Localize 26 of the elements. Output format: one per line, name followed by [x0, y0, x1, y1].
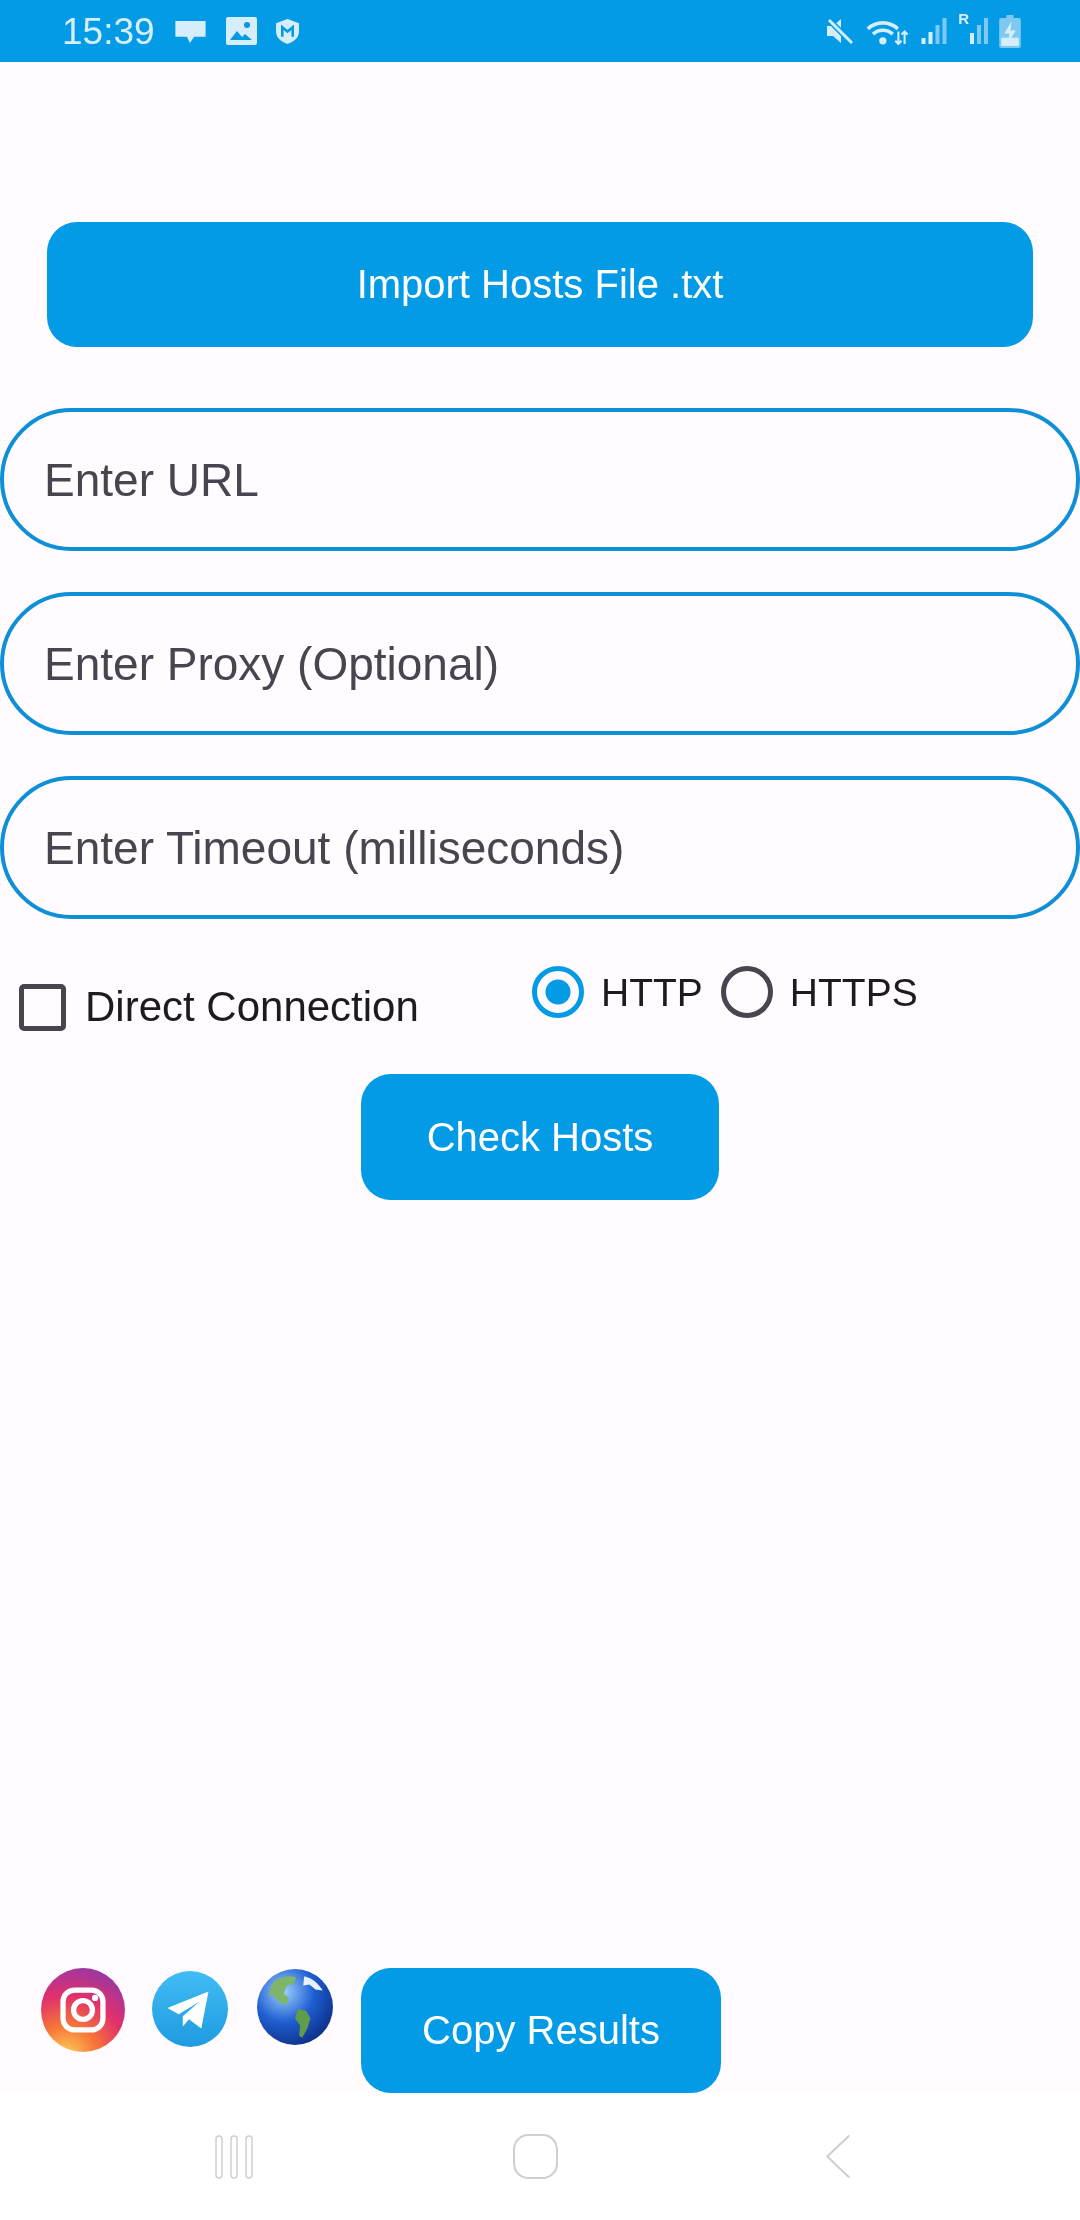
- roaming-indicator: R: [958, 11, 969, 26]
- camera-icon[interactable]: [41, 1968, 125, 2052]
- clock-time: 15:39: [62, 12, 155, 50]
- battery-icon: [999, 14, 1021, 48]
- shield-icon: [275, 18, 299, 44]
- import-button[interactable]: Import Hosts File .txt: [47, 222, 1033, 347]
- check-hosts-button[interactable]: Check Hosts: [361, 1074, 719, 1200]
- paper-plane-icon[interactable]: [152, 1971, 228, 2047]
- radio-button[interactable]: [720, 966, 773, 1018]
- signal-icon: [920, 17, 948, 45]
- back-icon[interactable]: [824, 2134, 851, 2179]
- signal-icon: [970, 17, 988, 45]
- checkbox[interactable]: [19, 983, 66, 1031]
- message-icon: [173, 18, 207, 44]
- checkbox-label: Direct Connection: [85, 986, 419, 1028]
- radio-label: HTTP: [601, 972, 703, 1012]
- proxy-field[interactable]: Enter Proxy (Optional): [0, 592, 1080, 735]
- url-field[interactable]: Enter URL: [0, 408, 1080, 551]
- home-icon[interactable]: [512, 2133, 559, 2180]
- radio-button[interactable]: [532, 966, 584, 1018]
- radio-label: HTTPS: [789, 972, 918, 1012]
- mute-icon: [824, 17, 855, 45]
- image-icon: [225, 17, 257, 45]
- copy-results-button[interactable]: Copy Results: [361, 1968, 721, 2093]
- timeout-field[interactable]: Enter Timeout (milliseconds): [0, 776, 1080, 919]
- globe-icon[interactable]: [257, 1968, 333, 2046]
